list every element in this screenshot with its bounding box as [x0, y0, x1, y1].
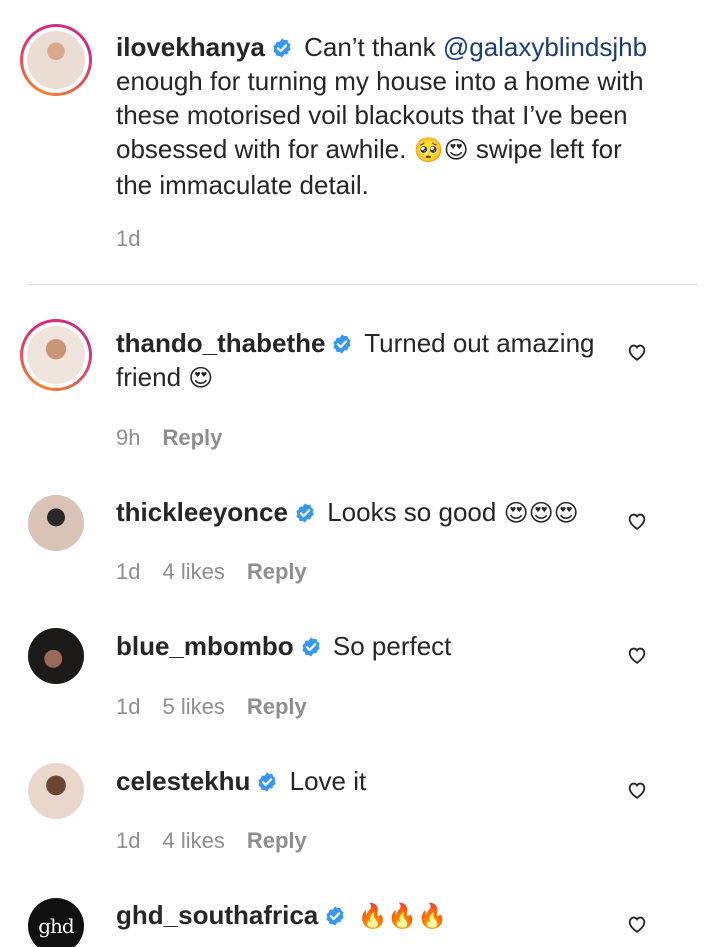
username[interactable]: celestekhu [116, 766, 250, 796]
like-heart-icon[interactable] [626, 341, 648, 363]
comment-text: thickleeyonce Looks so good 😍😍😍 [116, 495, 656, 531]
verified-badge-icon [271, 37, 293, 59]
emoji: 🥺😍 [413, 137, 469, 164]
reply-button[interactable]: Reply [247, 559, 307, 585]
avatar[interactable] [20, 24, 92, 96]
verified-badge-icon [256, 771, 278, 793]
comment-meta: 9h Reply [116, 425, 222, 451]
comment-text: ghd_southafrica 🔥🔥🔥 [116, 898, 656, 934]
avatar[interactable] [28, 628, 84, 684]
ghd-logo: ghd [38, 914, 74, 938]
comment-body: Looks so good [319, 497, 504, 527]
reply-button[interactable]: Reply [162, 425, 222, 451]
comment-text: blue_mbombo So perfect [116, 629, 656, 663]
comment-text: thando_thabethe Turned out amazing frien… [116, 326, 596, 396]
timestamp: 9h [116, 425, 141, 450]
timestamp: 1d [116, 828, 141, 853]
like-heart-icon[interactable] [626, 510, 648, 532]
avatar[interactable] [20, 319, 92, 391]
caption-body: Can’t thank [296, 32, 443, 62]
verified-badge-icon [324, 905, 346, 927]
likes-count[interactable]: 4 likes [162, 559, 224, 585]
reply-button[interactable]: Reply [247, 694, 307, 720]
likes-count[interactable]: 5 likes [162, 694, 224, 720]
comment-meta: 1d 4 likes Reply [116, 559, 307, 585]
caption-meta: 1d [116, 226, 140, 252]
comment-meta: 1d 5 likes Reply [116, 694, 307, 720]
like-heart-icon[interactable] [626, 913, 648, 935]
username[interactable]: blue_mbombo [116, 631, 294, 661]
divider [28, 284, 698, 285]
timestamp: 1d [116, 226, 141, 251]
verified-badge-icon [300, 636, 322, 658]
reply-button[interactable]: Reply [247, 828, 307, 854]
like-heart-icon[interactable] [626, 779, 648, 801]
verified-badge-icon [294, 502, 316, 524]
comment-body: Love it [282, 766, 367, 796]
comment-body: So perfect [325, 631, 452, 661]
username[interactable]: ghd_southafrica [116, 900, 318, 930]
avatar[interactable]: ghd [28, 898, 84, 947]
emoji: 😍😍😍 [503, 500, 579, 527]
username[interactable]: ilovekhanya [116, 32, 265, 62]
likes-count[interactable]: 4 likes [162, 828, 224, 854]
emoji: 😍 [188, 365, 214, 392]
comment-meta: 1d 4 likes Reply [116, 828, 307, 854]
username[interactable]: thickleeyonce [116, 497, 288, 527]
timestamp: 1d [116, 559, 141, 584]
mention-link[interactable]: @galaxyblindsjhb [443, 32, 647, 62]
avatar[interactable] [28, 763, 84, 819]
avatar[interactable] [28, 495, 84, 551]
emoji: 🔥🔥🔥 [357, 903, 448, 930]
caption-text: ilovekhanya Can’t thank @galaxyblindsjhb… [116, 30, 656, 202]
profile-photo [27, 31, 85, 89]
verified-badge-icon [331, 333, 353, 355]
username[interactable]: thando_thabethe [116, 328, 325, 358]
comment-text: celestekhu Love it [116, 764, 656, 798]
like-heart-icon[interactable] [626, 644, 648, 666]
timestamp: 1d [116, 694, 141, 719]
profile-photo [27, 326, 85, 384]
